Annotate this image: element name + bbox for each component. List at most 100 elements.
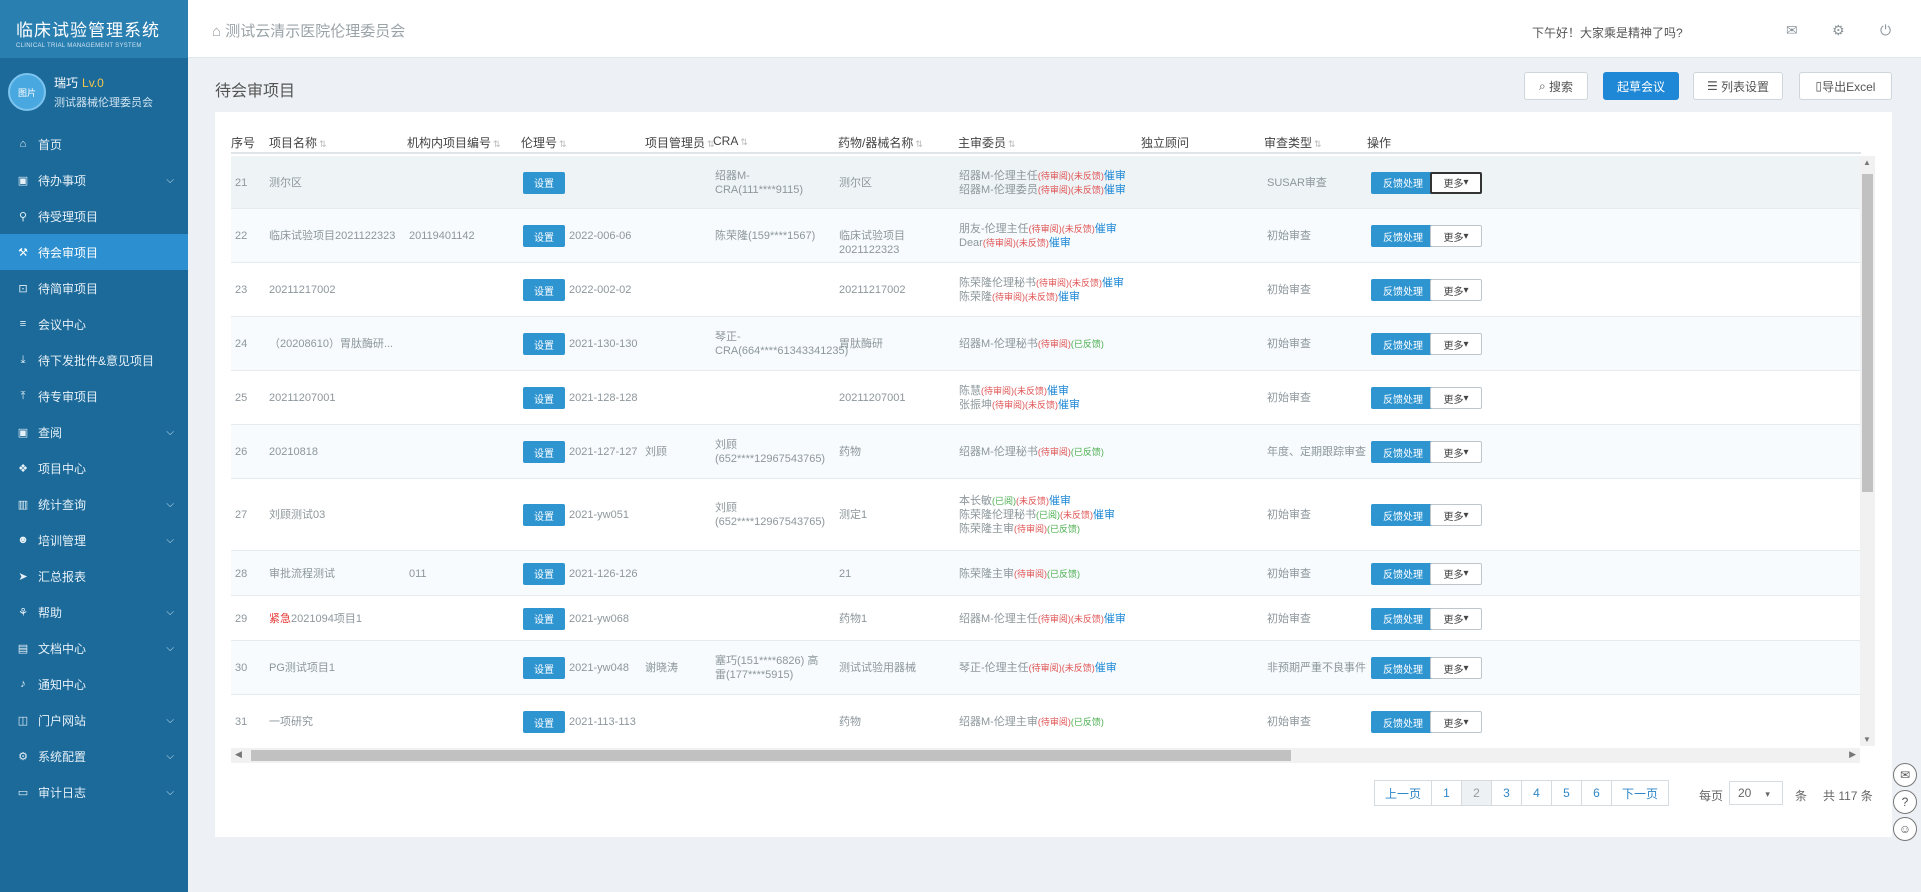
feedback-button[interactable]: 反馈处理	[1371, 441, 1435, 463]
scroll-down-icon[interactable]: ▼	[1863, 735, 1871, 744]
project-name[interactable]: 20211207001	[269, 391, 335, 405]
search-button[interactable]: ⌕ 搜索	[1524, 72, 1588, 100]
project-name[interactable]: 紧急2021094项目1	[269, 612, 362, 626]
sidebar-item[interactable]: ⤒ 待专审项目	[0, 378, 188, 414]
page-link[interactable]: 2	[1461, 780, 1492, 806]
sidebar-item[interactable]: ♪ 通知中心	[0, 666, 188, 702]
feedback-button[interactable]: 反馈处理	[1371, 387, 1435, 409]
set-button[interactable]: 设置	[523, 441, 565, 463]
sort-icon[interactable]: ⇅	[915, 139, 923, 149]
column-header[interactable]: 药物/器械名称 ⇅	[838, 134, 923, 151]
scroll-right-icon[interactable]: ▶	[1849, 749, 1856, 760]
set-button[interactable]: 设置	[523, 657, 565, 679]
scroll-up-icon[interactable]: ▲	[1863, 158, 1871, 167]
sidebar-item[interactable]: ⌂ 首页	[0, 126, 188, 162]
set-button[interactable]: 设置	[523, 171, 565, 194]
project-name[interactable]: 20211217002	[269, 283, 335, 297]
remind-link[interactable]: 催审	[1049, 495, 1071, 507]
feedback-button[interactable]: 反馈处理	[1371, 504, 1435, 526]
table-row[interactable]: 23 20211217002 设置 2022-002-02 20211217002 陈荣隆…	[231, 263, 1861, 317]
project-name[interactable]: 刘顾测试03	[269, 508, 325, 522]
sidebar-item[interactable]: ⊡ 待简审项目	[0, 270, 188, 306]
project-name[interactable]: PG测试项目1	[269, 661, 335, 675]
column-header[interactable]: 机构内项目编号 ⇅	[407, 134, 501, 151]
project-name[interactable]: 20210818	[269, 445, 318, 459]
set-button[interactable]: 设置	[523, 711, 565, 733]
more-button[interactable]: 更多 ▾	[1430, 562, 1482, 585]
sort-icon[interactable]: ⇅	[559, 139, 567, 149]
remind-link[interactable]: 催审	[1102, 277, 1124, 289]
chat-icon[interactable]: ✉	[1893, 763, 1917, 787]
table-row[interactable]: 27 刘顾测试03 设置 2021-yw051 刘顾(652****1296754376…	[231, 479, 1861, 551]
table-row[interactable]: 21 测尔区 设置 绍器M-CRA(111****9115) 测尔区 绍器M-伦理主任(待…	[231, 156, 1861, 209]
column-header[interactable]: 项目管理员 ⇅	[645, 134, 715, 151]
sidebar-item[interactable]: ▥ 统计查询 ⌵	[0, 486, 188, 522]
sort-icon[interactable]: ⇅	[319, 139, 327, 149]
page-link[interactable]: 6	[1581, 780, 1612, 806]
column-header[interactable]: 项目名称 ⇅	[269, 134, 327, 151]
page-link[interactable]: 5	[1551, 780, 1582, 806]
table-row[interactable]: 29 紧急2021094项目1 设置 2021-yw068 药物1 绍器M-伦理主任(待审…	[231, 596, 1861, 641]
feedback-button[interactable]: 反馈处理	[1371, 711, 1435, 733]
per-page-select[interactable]: 20 ▾	[1729, 781, 1783, 805]
feedback-button[interactable]: 反馈处理	[1371, 225, 1435, 247]
remind-link[interactable]: 催审	[1104, 613, 1126, 625]
table-row[interactable]: 31 一项研究 设置 2021-113-113 药物 绍器M-伦理主审(待审阅)(已反馈)…	[231, 695, 1861, 746]
remind-link[interactable]: 催审	[1104, 170, 1126, 182]
more-button[interactable]: 更多 ▾	[1430, 225, 1482, 247]
table-row[interactable]: 24 （20208610）胃肽酶研... 设置 2021-130-130 琴正-CRA(…	[231, 317, 1861, 371]
mail-icon[interactable]: ✉	[1786, 22, 1798, 39]
table-row[interactable]: 28 审批流程测试 011 设置 2021-126-126 21 陈荣隆主审(待审阅)(已反…	[231, 551, 1861, 596]
user-panel[interactable]: 图片 瑞巧 Lv.0 测试器械伦理委员会...	[0, 58, 188, 126]
feedback-icon[interactable]: ☺	[1893, 817, 1917, 841]
sidebar-item[interactable]: ≡ 会议中心	[0, 306, 188, 342]
sidebar-item[interactable]: ▣ 查阅 ⌵	[0, 414, 188, 450]
set-button[interactable]: 设置	[523, 562, 565, 585]
project-name[interactable]: 测尔区	[269, 176, 302, 190]
page-link[interactable]: 上一页	[1374, 780, 1432, 806]
gear-icon[interactable]: ⚙	[1832, 22, 1845, 39]
horizontal-scroll-thumb[interactable]	[251, 750, 1291, 761]
set-button[interactable]: 设置	[523, 279, 565, 301]
sidebar-item[interactable]: ⚙ 系统配置 ⌵	[0, 738, 188, 774]
remind-link[interactable]: 催审	[1058, 399, 1080, 411]
set-button[interactable]: 设置	[523, 387, 565, 409]
feedback-button[interactable]: 反馈处理	[1371, 171, 1435, 194]
sidebar-item[interactable]: ❖ 项目中心	[0, 450, 188, 486]
sidebar-item[interactable]: ☻ 培训管理 ⌵	[0, 522, 188, 558]
sort-icon[interactable]: ⇅	[740, 137, 748, 147]
more-button[interactable]: 更多 ▾	[1430, 711, 1482, 733]
column-header[interactable]: 伦理号 ⇅	[521, 134, 567, 151]
sort-icon[interactable]: ⇅	[493, 139, 501, 149]
feedback-button[interactable]: 反馈处理	[1371, 657, 1435, 679]
more-button[interactable]: 更多 ▾	[1430, 441, 1482, 463]
sort-icon[interactable]: ⇅	[1008, 139, 1016, 149]
more-button[interactable]: 更多 ▾	[1430, 607, 1482, 630]
draft-meeting-button[interactable]: 起草会议	[1603, 72, 1679, 100]
page-link[interactable]: 1	[1431, 780, 1462, 806]
set-button[interactable]: 设置	[523, 504, 565, 526]
sidebar-item[interactable]: ▣ 待办事项 ⌵	[0, 162, 188, 198]
table-row[interactable]: 30 PG测试项目1 设置 2021-yw048 谢晓涛 塞巧(151****6826) …	[231, 641, 1861, 695]
more-button[interactable]: 更多 ▾	[1430, 657, 1482, 679]
column-header[interactable]: 审查类型 ⇅	[1264, 134, 1322, 151]
table-row[interactable]: 25 20211207001 设置 2021-128-128 20211207001 陈慧…	[231, 371, 1861, 425]
scroll-left-icon[interactable]: ◀	[235, 749, 242, 760]
remind-link[interactable]: 催审	[1047, 385, 1069, 397]
project-name[interactable]: 审批流程测试	[269, 567, 335, 581]
more-button[interactable]: 更多 ▾	[1430, 279, 1482, 301]
table-row[interactable]: 26 20210818 设置 2021-127-127 刘顾 刘顾(652****1296…	[231, 425, 1861, 479]
column-header[interactable]: 主审委员 ⇅	[958, 134, 1016, 151]
avatar[interactable]: 图片	[8, 73, 46, 111]
set-button[interactable]: 设置	[523, 225, 565, 247]
sidebar-item[interactable]: ➤ 汇总报表	[0, 558, 188, 594]
power-icon[interactable]: ⏻	[1880, 22, 1891, 39]
sort-icon[interactable]: ⇅	[1314, 139, 1322, 149]
feedback-button[interactable]: 反馈处理	[1371, 279, 1435, 301]
set-button[interactable]: 设置	[523, 333, 565, 355]
remind-link[interactable]: 催审	[1049, 237, 1071, 249]
remind-link[interactable]: 催审	[1104, 184, 1126, 196]
feedback-button[interactable]: 反馈处理	[1371, 333, 1435, 355]
remind-link[interactable]: 催审	[1095, 662, 1117, 674]
more-button[interactable]: 更多 ▾	[1430, 333, 1482, 355]
